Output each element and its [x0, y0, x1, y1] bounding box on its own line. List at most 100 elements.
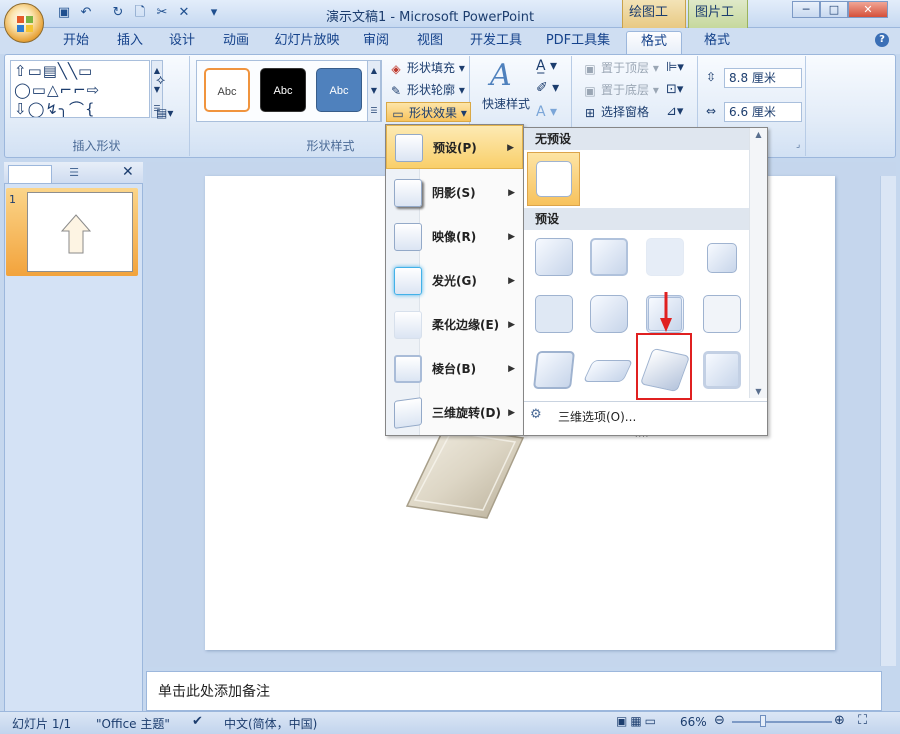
quick-styles-button[interactable]: 快速样式 — [482, 94, 530, 114]
preset-9[interactable] — [529, 346, 577, 394]
maximize-button[interactable]: □ — [820, 1, 848, 18]
preset-5[interactable] — [529, 290, 577, 338]
menu-item-soft-edges[interactable]: 柔化边缘(E) ▶ — [386, 303, 523, 347]
soft-edges-icon — [394, 311, 422, 339]
close-pane-icon[interactable]: ✕ — [122, 164, 134, 180]
menu-item-preset[interactable]: 预设(P) ▶ — [386, 125, 523, 169]
save-icon[interactable]: ▣ — [56, 5, 72, 21]
status-slide-count: 幻灯片 1/1 — [12, 717, 72, 731]
size-launcher-icon[interactable]: ⌟ — [796, 140, 800, 150]
shape-height-input[interactable]: 8.8 厘米 — [724, 68, 802, 88]
rotate-icon[interactable]: ⊿▾ — [666, 104, 683, 119]
shapes-gallery[interactable]: ⇧▭▤╲╲▭ ◯▭△⌐⌐⇨ ⇩◯↯╮⌒{ — [10, 60, 150, 118]
spellcheck-icon[interactable]: ✔ — [192, 714, 203, 729]
minimize-button[interactable]: ─ — [792, 1, 820, 18]
preset-2[interactable] — [584, 233, 632, 281]
preset-none[interactable] — [527, 152, 580, 206]
office-button[interactable] — [4, 3, 44, 43]
shape-effects-icon: ▭ — [392, 106, 404, 121]
width-icon: ⇔ — [706, 104, 717, 118]
close-doc-icon[interactable]: ✕ — [176, 5, 192, 21]
edit-shape-icon[interactable]: ⟡ — [156, 72, 165, 88]
zoom-in-icon[interactable]: ⊕ — [834, 713, 845, 728]
outline-tab-icon[interactable]: ☰ — [56, 166, 92, 183]
bring-to-front-button[interactable]: ▣ 置于顶层 ▾ — [582, 58, 659, 78]
submenu-arrow-icon: ▶ — [508, 188, 515, 198]
style-gallery-scroll[interactable]: ▲ ▼ ☰ — [367, 60, 381, 122]
style-blue[interactable]: Abc — [316, 68, 362, 112]
tab-developer[interactable]: 开发工具 — [464, 31, 528, 53]
cut-icon[interactable]: ✂ — [154, 5, 170, 21]
tab-slideshow[interactable]: 幻灯片放映 — [270, 31, 344, 53]
align-icon[interactable]: ⊫▾ — [666, 60, 684, 75]
fit-window-icon[interactable]: ⛶ — [858, 713, 867, 728]
tab-view[interactable]: 视图 — [408, 31, 452, 53]
menu-item-reflection[interactable]: 映像(R) ▶ — [386, 215, 523, 259]
notes-placeholder[interactable]: 单击此处添加备注 — [158, 681, 270, 701]
menu-item-bevel[interactable]: 棱台(B) ▶ — [386, 347, 523, 391]
height-icon: ⇳ — [706, 70, 717, 84]
wordart-a-icon[interactable]: A — [490, 58, 512, 93]
no-preset-header: 无预设 — [524, 128, 749, 150]
shape-effects-button[interactable]: ▭ 形状效果 ▾ — [386, 102, 471, 122]
shadow-icon — [394, 179, 422, 207]
bring-front-icon: ▣ — [584, 61, 596, 76]
tab-review[interactable]: 审阅 — [354, 31, 398, 53]
preset-6[interactable] — [584, 290, 632, 338]
preset-10[interactable] — [582, 346, 634, 394]
preset-icon — [395, 134, 423, 162]
preset-3[interactable] — [640, 233, 688, 281]
preset-4[interactable] — [697, 233, 745, 281]
slide-thumbnail[interactable] — [27, 192, 133, 272]
preset-1[interactable] — [529, 233, 577, 281]
style-black[interactable]: Abc — [260, 68, 306, 112]
menu-item-3d-rotation[interactable]: 三维旋转(D) ▶ — [386, 391, 523, 435]
3d-options-footer[interactable]: ⚙ 三维选项(O)... — [524, 401, 767, 429]
preset-swatch — [582, 360, 634, 382]
style-white-orange[interactable]: Abc — [204, 68, 250, 112]
zoom-slider-thumb[interactable] — [760, 715, 766, 727]
preset-12[interactable] — [697, 346, 745, 394]
slide-scrollbar[interactable] — [880, 176, 896, 666]
view-buttons-icon[interactable]: ▣▦▭ — [616, 714, 659, 728]
menu-item-shadow[interactable]: 阴影(S) ▶ — [386, 171, 523, 215]
tab-format-drawing[interactable]: 格式 — [626, 31, 682, 55]
group-icon[interactable]: ⊡▾ — [666, 82, 683, 97]
resize-grip-icon[interactable]: .... — [635, 430, 649, 439]
tab-design[interactable]: 设计 — [160, 31, 204, 53]
tab-slides[interactable] — [8, 165, 52, 183]
selection-pane-button[interactable]: ⊞ 选择窗格 — [582, 102, 649, 122]
submenu-arrow-icon: ▶ — [508, 320, 515, 330]
tab-home[interactable]: 开始 — [54, 31, 98, 53]
selected-preset-highlight — [636, 333, 692, 400]
qat-customize-icon[interactable]: ▾ — [206, 5, 222, 21]
text-outline-icon[interactable]: ✐ ▾ — [536, 80, 559, 96]
preset-scrollbar[interactable]: ▲ ▼ — [749, 128, 767, 398]
help-icon[interactable]: ? — [875, 33, 889, 47]
close-button[interactable]: ✕ — [848, 1, 888, 18]
send-to-back-button[interactable]: ▣ 置于底层 ▾ — [582, 80, 659, 100]
shape-fill-button[interactable]: ◈ 形状填充 ▾ — [388, 58, 464, 78]
preset-8[interactable] — [697, 290, 745, 338]
tab-animation[interactable]: 动画 — [214, 31, 258, 53]
menu-item-glow[interactable]: 发光(G) ▶ — [386, 259, 523, 303]
status-theme: "Office 主题" — [96, 717, 170, 731]
print-preview-icon[interactable]: 🗋 — [132, 5, 148, 21]
tab-pdf-tools[interactable]: PDF工具集 — [540, 31, 616, 53]
text-fill-icon[interactable]: A̲ ▾ — [536, 58, 557, 74]
tab-format-picture[interactable]: 格式 — [692, 31, 742, 53]
undo-icon[interactable]: ↶ — [78, 5, 94, 21]
redo-icon[interactable]: ↻ — [110, 5, 126, 21]
shadow-label: 阴影(S) — [432, 186, 476, 200]
shape-width-input[interactable]: 6.6 厘米 — [724, 102, 802, 122]
shape-outline-button[interactable]: ✎ 形状轮廓 ▾ — [388, 80, 465, 100]
shape-effects-label: 形状效果 — [409, 106, 458, 120]
glow-label: 发光(G) — [432, 274, 477, 288]
zoom-out-icon[interactable]: ⊖ — [714, 713, 725, 728]
3d-options-label: 三维选项(O)... — [558, 410, 637, 424]
zoom-slider[interactable] — [732, 721, 832, 723]
text-effects-icon[interactable]: A ▾ — [536, 104, 557, 120]
tab-insert[interactable]: 插入 — [108, 31, 152, 53]
textbox-icon[interactable]: ▤▾ — [156, 106, 173, 120]
status-zoom[interactable]: 66% — [680, 715, 707, 729]
